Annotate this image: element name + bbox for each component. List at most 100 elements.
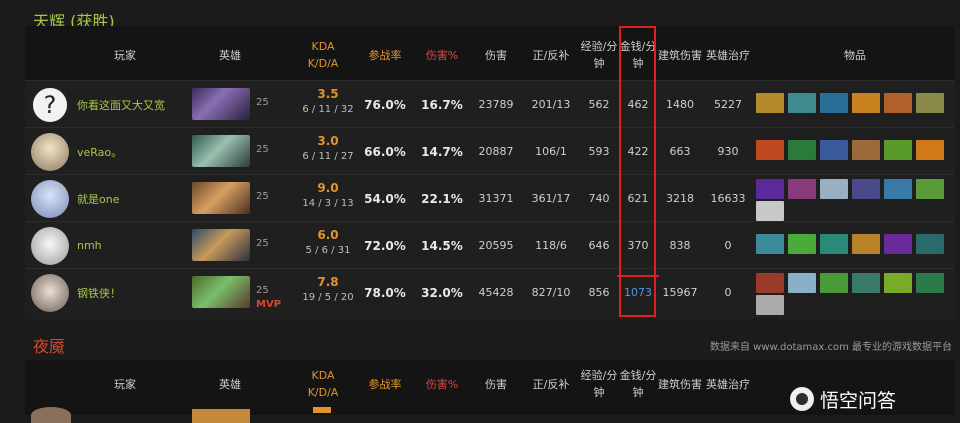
col-damage-pct[interactable]: 伤害% (417, 26, 467, 84)
wukong-logo-icon (790, 387, 814, 411)
item-icon[interactable] (852, 140, 880, 160)
item-icon[interactable] (884, 234, 912, 254)
item-icon[interactable] (756, 234, 784, 254)
participation-value: 76.0% (364, 97, 406, 112)
item-icon[interactable] (852, 93, 880, 113)
col-healing[interactable]: 英雄治疗 (705, 26, 751, 84)
item-icon[interactable] (756, 201, 784, 221)
player-name[interactable]: veRao。 (77, 128, 122, 175)
building-damage-value: 663 (669, 145, 691, 158)
item-icon[interactable] (788, 140, 816, 160)
col-kda[interactable]: KDA K/D/A (293, 360, 353, 408)
xpm-value: 593 (588, 145, 610, 158)
col-participation[interactable]: 参战率 (360, 360, 410, 408)
col-kda[interactable]: KDA K/D/A (293, 26, 353, 84)
col-last-hits[interactable]: 正/反补 (525, 360, 577, 408)
col-damage[interactable]: 伤害 (473, 26, 519, 84)
item-icon[interactable] (820, 93, 848, 113)
item-icon[interactable] (756, 179, 784, 199)
player-name[interactable]: 钢铁侠！ (77, 269, 121, 316)
avatar[interactable] (31, 407, 71, 423)
col-items: 物品 (844, 48, 866, 62)
player-name[interactable]: nmh (77, 222, 102, 269)
item-icon[interactable] (820, 179, 848, 199)
col-gpm[interactable]: 金钱/分 钟 (618, 26, 658, 84)
col-damage[interactable]: 伤害 (473, 360, 519, 408)
radiant-scoreboard: 玩家 英雄 KDA K/D/A 参战率 伤害% 伤害 正/反补 经验/分 钟 金… (25, 26, 955, 319)
item-icon[interactable] (852, 273, 880, 293)
col-building-damage[interactable]: 建筑伤害 (657, 360, 703, 408)
building-damage-value: 1480 (666, 98, 694, 111)
col-xpm[interactable]: 经验/分 钟 (578, 26, 620, 84)
last-hits-value: 201/13 (531, 98, 571, 111)
last-hits-value: 118/6 (535, 239, 567, 252)
item-icon[interactable] (820, 140, 848, 160)
item-icon[interactable] (884, 140, 912, 160)
table-row: 钢铁侠！ 25 MVP 7.8 19 / 5 / 20 78.0% 32.0% … (25, 268, 955, 319)
last-hits-value: 106/1 (535, 145, 567, 158)
col-building-damage[interactable]: 建筑伤害 (657, 26, 703, 84)
item-icon[interactable] (916, 140, 944, 160)
healing-value: 5227 (714, 98, 742, 111)
hero-portrait[interactable] (192, 182, 250, 214)
item-icon[interactable] (916, 273, 944, 293)
col-last-hits[interactable]: 正/反补 (525, 26, 577, 84)
item-icon[interactable] (884, 273, 912, 293)
building-damage-value: 838 (669, 239, 691, 252)
avatar[interactable] (31, 180, 69, 218)
xpm-value: 646 (588, 239, 610, 252)
item-icon[interactable] (788, 179, 816, 199)
col-healing[interactable]: 英雄治疗 (705, 360, 751, 408)
item-icon[interactable] (756, 93, 784, 113)
table-row: 就是one 25 9.0 14 / 3 / 13 54.0% 22.1% 313… (25, 174, 955, 222)
xpm-value: 562 (588, 98, 610, 111)
col-xpm[interactable]: 经验/分 钟 (578, 360, 620, 408)
hero-portrait[interactable] (192, 88, 250, 120)
col-damage-pct[interactable]: 伤害% (417, 360, 467, 408)
table-row: ? 你看这面又大又宽 25 3.5 6 / 11 / 32 76.0% 16.7… (25, 80, 955, 128)
table-row: veRao。 25 3.0 6 / 11 / 27 66.0% 14.7% 20… (25, 127, 955, 175)
building-damage-value: 3218 (666, 192, 694, 205)
avatar[interactable] (31, 274, 69, 312)
damage-pct-value: 32.0% (421, 285, 463, 300)
item-icon[interactable] (884, 93, 912, 113)
col-player: 玩家 (114, 48, 136, 62)
item-icon[interactable] (756, 140, 784, 160)
item-icon[interactable] (788, 273, 816, 293)
avatar[interactable] (31, 133, 69, 171)
item-icon[interactable] (756, 295, 784, 315)
hero-portrait[interactable] (192, 229, 250, 261)
kda-value (313, 407, 331, 413)
mvp-badge: MVP (256, 299, 282, 310)
damage-pct-value: 16.7% (421, 97, 463, 112)
player-name[interactable]: 你看这面又大又宽 (77, 81, 165, 128)
item-icon[interactable] (756, 273, 784, 293)
damage-value: 20887 (478, 145, 514, 158)
avatar[interactable] (31, 227, 69, 265)
item-icon[interactable] (916, 179, 944, 199)
col-gpm[interactable]: 金钱/分 钟 (618, 360, 658, 408)
item-icon[interactable] (916, 234, 944, 254)
item-icon[interactable] (916, 93, 944, 113)
item-icon[interactable] (884, 179, 912, 199)
item-icon[interactable] (788, 93, 816, 113)
gpm-value: 621 (627, 192, 649, 205)
gpm-highlight-line (617, 275, 659, 277)
hero-portrait[interactable] (192, 276, 250, 308)
item-icon[interactable] (852, 234, 880, 254)
hero-portrait[interactable] (192, 409, 250, 423)
hero-portrait[interactable] (192, 135, 250, 167)
damage-value: 20595 (478, 239, 514, 252)
player-name[interactable]: 就是one (77, 175, 119, 222)
col-participation[interactable]: 参战率 (360, 26, 410, 84)
item-icon[interactable] (820, 273, 848, 293)
healing-value: 16633 (710, 192, 746, 205)
hero-level: 25 (256, 285, 269, 296)
avatar[interactable]: ? (31, 86, 69, 124)
item-icon[interactable] (788, 234, 816, 254)
item-icon[interactable] (820, 234, 848, 254)
participation-value: 66.0% (364, 144, 406, 159)
watermark: 悟空问答 (790, 387, 896, 412)
participation-value: 78.0% (364, 285, 406, 300)
item-icon[interactable] (852, 179, 880, 199)
